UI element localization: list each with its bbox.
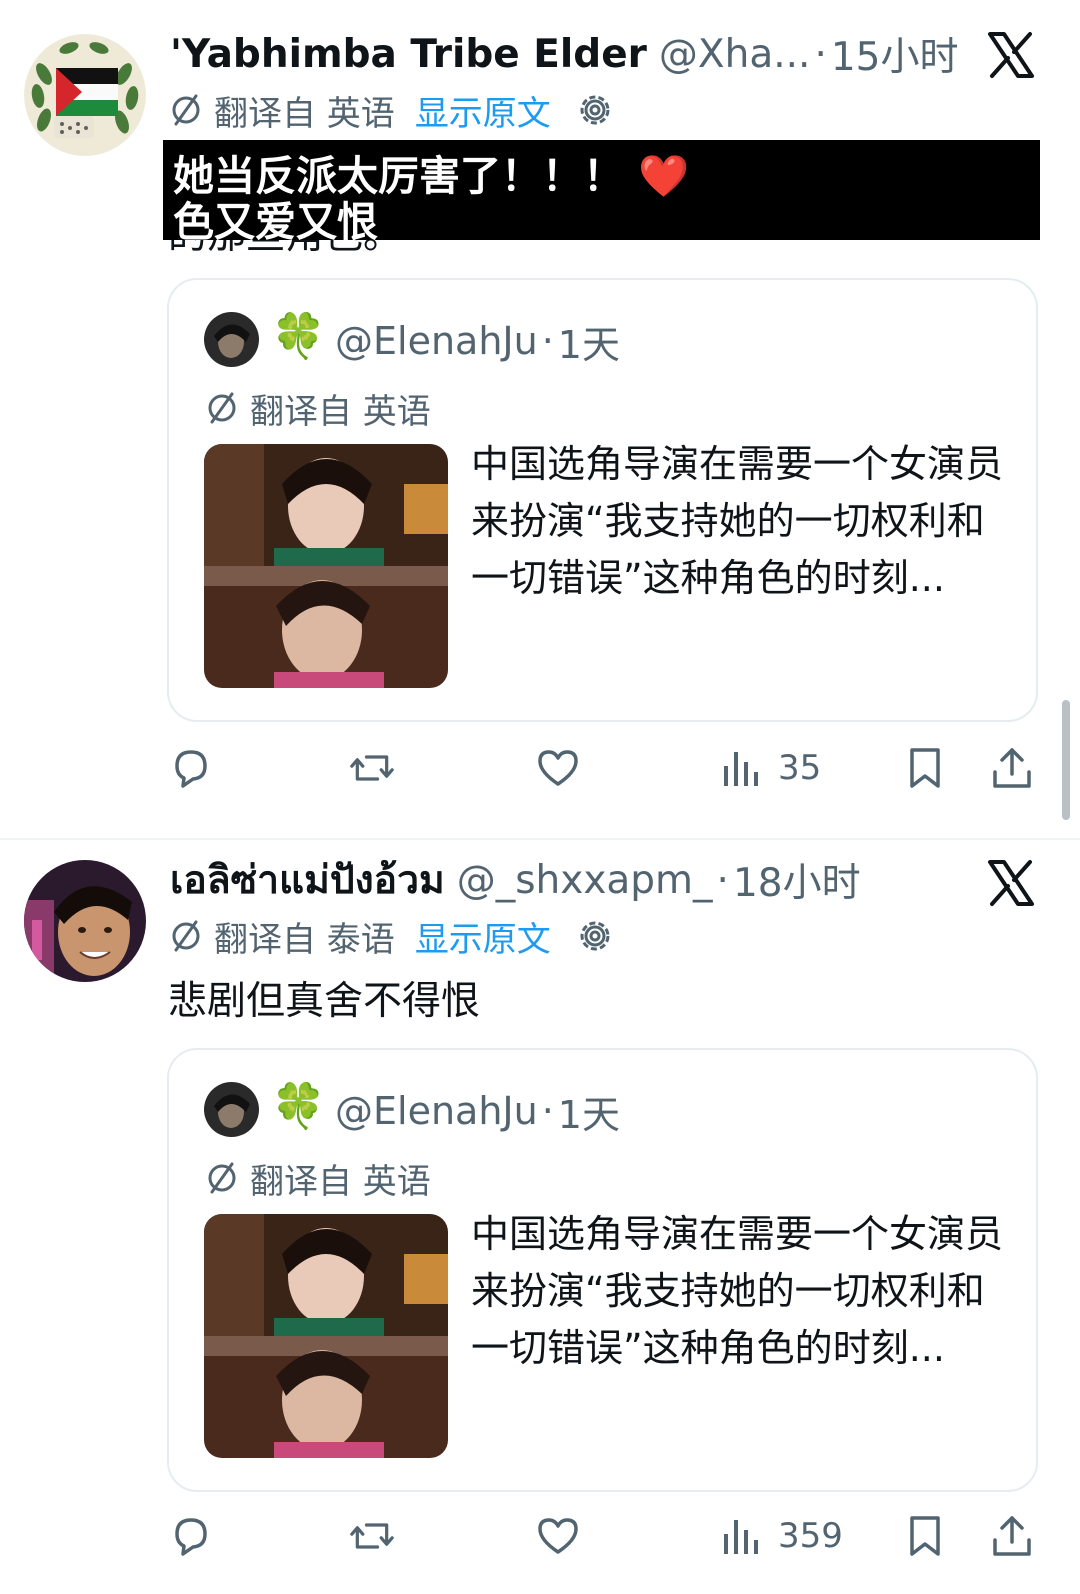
gear-icon[interactable]	[575, 916, 615, 956]
retweet-icon	[350, 1523, 394, 1549]
heart-emoji: ❤️	[638, 152, 690, 200]
translated-from-label: 翻译自 泰语	[214, 919, 395, 960]
x-logo-icon[interactable]	[986, 30, 1036, 80]
display-name[interactable]: 'Yabhimba Tribe Elder	[170, 32, 647, 77]
translated-from-label: 翻译自 英语	[214, 93, 395, 134]
share-button[interactable]	[990, 738, 1034, 798]
avatar[interactable]	[24, 860, 146, 982]
handle[interactable]: @Xha...	[659, 32, 811, 77]
retweet-button[interactable]	[350, 738, 394, 798]
translation-bar: 翻译自 英语	[204, 1154, 431, 1202]
heart-icon	[538, 750, 578, 786]
translation-bar: 翻译自 泰语 显示原文	[168, 912, 615, 960]
media-thumbnail[interactable]	[204, 444, 448, 688]
views-icon	[724, 1520, 758, 1554]
tweet-header: เอลิซ่าแม่ปังอ้วม @_shxxapm_ · 18小时	[170, 850, 861, 910]
like-button[interactable]	[536, 1506, 580, 1566]
tweet[interactable]: เอลิซ่าแม่ปังอ้วม @_shxxapm_ · 18小时 翻译自 …	[0, 838, 1080, 1594]
clover-emoji: 🍀	[271, 1081, 326, 1132]
avatar[interactable]	[24, 34, 146, 156]
tweet[interactable]: 'Yabhimba Tribe Elder @Xha... · 15小时 翻译自…	[0, 0, 1080, 838]
translate-icon	[208, 392, 236, 424]
translated-from-label: 翻译自 英语	[250, 391, 431, 432]
handle[interactable]: @ElenahJu	[335, 319, 538, 363]
views-count: 35	[778, 748, 822, 788]
user-avatar-icon	[24, 860, 146, 982]
retweet-icon	[350, 755, 394, 781]
views-icon	[724, 752, 758, 786]
user-avatar-icon	[204, 1082, 259, 1137]
timestamp[interactable]: 1天	[558, 314, 620, 369]
action-bar: 359	[0, 1506, 1080, 1566]
palestine-flag-avatar-icon	[24, 34, 146, 156]
handle[interactable]: @_shxxapm_	[457, 858, 713, 903]
clover-emoji: 🍀	[271, 311, 326, 362]
translation-bar: 翻译自 英语 显示原文	[168, 86, 615, 134]
bookmark-icon	[910, 748, 940, 788]
reply-button[interactable]	[169, 1506, 213, 1566]
like-button[interactable]	[536, 738, 580, 798]
avatar[interactable]	[204, 1082, 259, 1137]
separator: ·	[541, 1089, 554, 1133]
heart-icon	[538, 1518, 578, 1554]
bookmark-icon	[910, 1516, 940, 1556]
gear-icon[interactable]	[575, 90, 615, 130]
media-thumbnail[interactable]	[204, 1214, 448, 1458]
tweet-text: 悲剧但真舍不得恨	[168, 979, 481, 1024]
overlay-text-line2: 色又爱又恨	[173, 198, 378, 240]
separator: ·	[716, 857, 729, 903]
quote-header: @ElenahJu · 1天	[335, 1083, 620, 1139]
separator: ·	[814, 31, 827, 77]
actress-photo-image	[204, 1214, 448, 1458]
quote-text: 中国选角导演在需要一个女演员来扮演“我支持她的一切权利和一切错误”这种角色的时刻…	[471, 442, 1004, 600]
avatar[interactable]	[204, 312, 259, 367]
user-avatar-icon	[204, 312, 259, 367]
quoted-tweet[interactable]: 🍀 @ElenahJu · 1天 翻译自 英语 中国选角导演在需要一个女演员来扮…	[167, 278, 1038, 722]
handle[interactable]: @ElenahJu	[335, 1089, 538, 1133]
separator: ·	[541, 319, 554, 363]
translate-icon	[172, 920, 200, 952]
display-name[interactable]: เอลิซ่าแม่ปังอ้วม	[170, 849, 445, 911]
show-original-link[interactable]: 显示原文	[415, 912, 551, 961]
share-icon	[993, 1516, 1031, 1556]
share-button[interactable]	[990, 1506, 1034, 1566]
action-bar: 35	[0, 738, 1080, 798]
translate-icon	[172, 94, 200, 126]
scrollbar[interactable]	[1062, 700, 1070, 820]
reply-button[interactable]	[169, 738, 213, 798]
share-icon	[993, 748, 1031, 788]
translate-icon	[208, 1162, 236, 1194]
views-button[interactable]: 35	[720, 738, 821, 798]
bookmark-button[interactable]	[903, 1506, 947, 1566]
reply-icon	[175, 750, 207, 788]
quoted-tweet[interactable]: 🍀 @ElenahJu · 1天 翻译自 英语 中国选角导演在需要一个女演员来扮…	[167, 1048, 1038, 1492]
timestamp[interactable]: 15小时	[831, 26, 959, 82]
tweet-header: 'Yabhimba Tribe Elder @Xha... · 15小时	[170, 24, 958, 84]
bookmark-button[interactable]	[903, 738, 947, 798]
translated-from-label: 翻译自 英语	[250, 1161, 431, 1202]
views-count: 359	[778, 1516, 843, 1556]
translation-bar: 翻译自 英语	[204, 384, 431, 432]
timestamp[interactable]: 18小时	[733, 852, 861, 908]
show-original-link[interactable]: 显示原文	[415, 86, 551, 135]
retweet-button[interactable]	[350, 1506, 394, 1566]
tweet-text-clipped: 的那些角色。	[168, 238, 428, 252]
views-button[interactable]: 359	[720, 1506, 843, 1566]
actress-photo-image	[204, 444, 448, 688]
quote-header: @ElenahJu · 1天	[335, 313, 620, 369]
text-overlay-bar: 她当反派太厉害了！！！ ❤️ 色又爱又恨	[163, 140, 1040, 240]
quote-text: 中国选角导演在需要一个女演员来扮演“我支持她的一切权利和一切错误”这种角色的时刻…	[471, 1212, 1004, 1370]
reply-icon	[175, 1518, 207, 1556]
x-logo-icon[interactable]	[986, 858, 1036, 908]
timestamp[interactable]: 1天	[558, 1084, 620, 1139]
